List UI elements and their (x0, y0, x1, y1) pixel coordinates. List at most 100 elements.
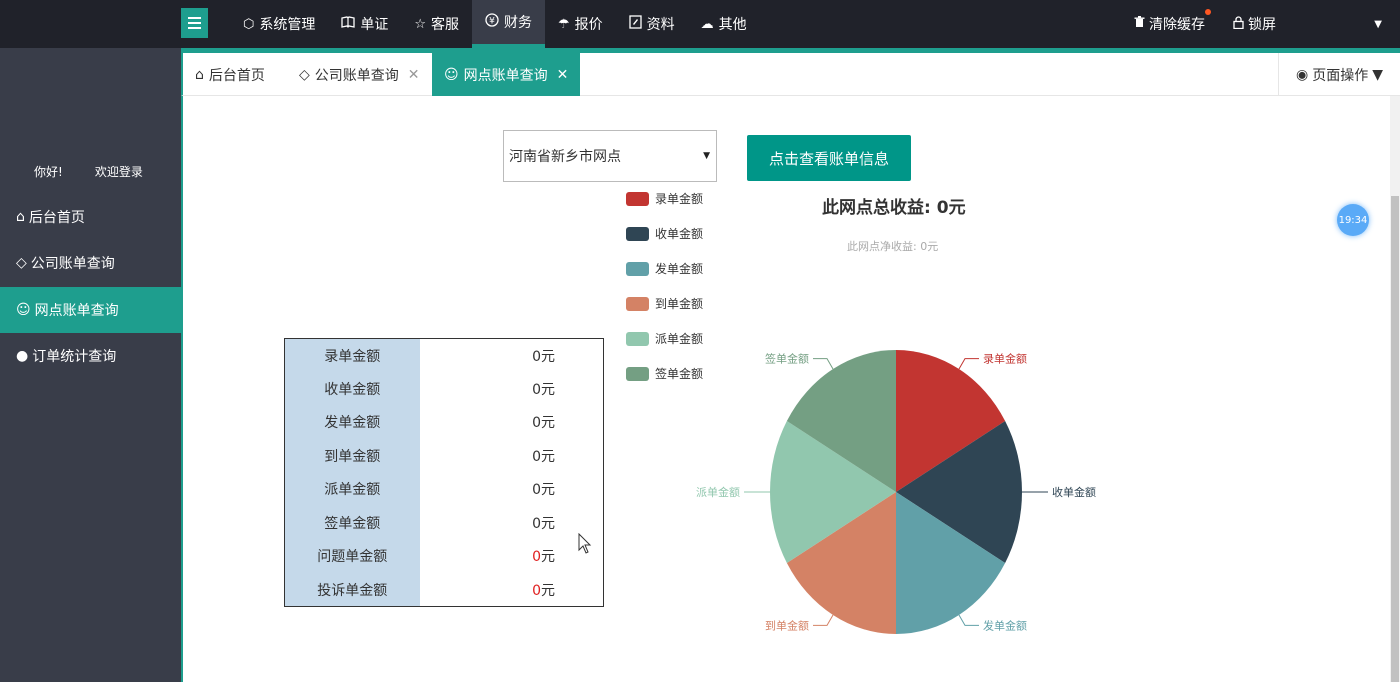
tab-home[interactable]: ⌂ 后台首页 (183, 53, 277, 96)
clear-cache-button[interactable]: 清除缓存 (1120, 9, 1219, 34)
table-row: 发单金额 0元 (284, 405, 604, 439)
nav-label: 系统管理 (259, 17, 316, 33)
cube-icon: ⬡ (243, 16, 255, 32)
table-row: 问题单金额 0元 (284, 539, 604, 573)
tab-branch-bill[interactable]: ☺ 网点账单查询 ✕ (432, 53, 581, 96)
total-income-title: 此网点总收益: 0元 (822, 193, 966, 218)
legend-swatch (626, 226, 649, 241)
row-value: 0元 (532, 482, 555, 499)
nav-item-other[interactable]: ☁ 其他 (688, 0, 760, 48)
menu-toggle-button[interactable] (181, 8, 208, 38)
tab-company-bill[interactable]: ◇ 公司账单查询 ✕ (287, 53, 432, 96)
nav-item-service[interactable]: ☆ 客服 (401, 0, 472, 48)
row-value: 0元 (532, 448, 555, 465)
hamburger-icon (188, 17, 201, 29)
pie-label-line (958, 614, 979, 626)
row-label: 投诉单金额 (284, 573, 420, 607)
legend-swatch (626, 331, 649, 346)
row-value: 0元 (532, 348, 555, 365)
sidebar-item-label: 订单统计查询 (32, 349, 117, 365)
table-row: 签单金额 0元 (284, 506, 604, 540)
document-icon (629, 15, 642, 33)
user-menu-dropdown[interactable]: ▼ (1290, 19, 1400, 30)
nav-item-finance[interactable]: ¥ 财务 (472, 0, 546, 48)
target-icon: ◉ (1296, 66, 1309, 83)
sidebar-item-order-stats[interactable]: ● 订单统计查询 (0, 333, 181, 379)
caret-down-icon: ▼ (703, 151, 710, 161)
page-operations-dropdown[interactable]: ◉ 页面操作 ▼ (1278, 53, 1400, 96)
row-value: 0元 (532, 515, 555, 532)
table-row: 投诉单金额 0元 (284, 573, 604, 607)
top-navbar: ⬡ 系统管理 单证 ☆ 客服 ¥ 财务 ☂ 报价 资料 ☁ 其他 清除缓存 锁屏… (0, 0, 1400, 48)
nav-label: 财务 (504, 15, 533, 31)
umbrella-icon: ☂ (558, 16, 570, 32)
lock-screen-label: 锁屏 (1248, 17, 1276, 33)
sidebar-item-home[interactable]: ⌂ 后台首页 (0, 194, 181, 240)
legend-label: 录单金额 (655, 192, 704, 206)
close-icon[interactable]: ✕ (408, 67, 420, 83)
row-label: 派单金额 (284, 472, 420, 506)
nav-label: 报价 (574, 17, 603, 33)
total-income-value: 0元 (936, 198, 966, 218)
pie-label-line (813, 358, 834, 370)
legend-item[interactable]: 到单金额 (626, 295, 703, 312)
nav-item-quote[interactable]: ☂ 报价 (545, 0, 616, 48)
trash-icon (1134, 16, 1145, 32)
greeting-row: 你好! 欢迎登录 (0, 163, 181, 180)
row-label: 收单金额 (284, 372, 420, 406)
svg-text:¥: ¥ (489, 17, 495, 27)
net-income-label: 此网点净收益: (847, 240, 917, 253)
lock-screen-button[interactable]: 锁屏 (1219, 14, 1290, 34)
pie-label-line (813, 614, 834, 626)
diamond-icon: ◇ (299, 66, 310, 83)
sidebar-item-company-bill[interactable]: ◇ 公司账单查询 (0, 240, 181, 286)
star-icon: ☆ (414, 16, 427, 32)
home-icon: ⌂ (16, 209, 25, 225)
net-income-value: 0元 (920, 240, 939, 253)
row-value: 0元 (420, 573, 604, 607)
clear-cache-label: 清除缓存 (1149, 17, 1205, 33)
page-operations-label: 页面操作 (1312, 67, 1369, 84)
scrollbar-thumb[interactable] (1391, 196, 1399, 682)
nav-label: 客服 (431, 17, 460, 33)
sidebar-item-branch-bill[interactable]: ☺ 网点账单查询 (0, 287, 181, 333)
caret-down-icon: ▼ (1374, 18, 1382, 30)
smile-icon: ☺ (444, 66, 459, 83)
legend-label: 到单金额 (655, 297, 704, 311)
nav-label: 单证 (360, 17, 389, 33)
nav-label: 其他 (718, 17, 747, 33)
nav-item-data[interactable]: 资料 (616, 0, 688, 48)
close-icon[interactable]: ✕ (557, 67, 569, 83)
row-value: 0元 (532, 381, 555, 398)
view-bill-button[interactable]: 点击查看账单信息 (747, 135, 911, 181)
value-number: 0 (532, 582, 541, 599)
row-label: 问题单金额 (284, 539, 420, 573)
value-number: 0 (532, 549, 541, 566)
caret-down-icon: ▼ (1372, 66, 1383, 83)
legend-item[interactable]: 收单金额 (626, 225, 703, 242)
tab-label: 公司账单查询 (314, 67, 399, 84)
clock-badge[interactable]: 19:34 (1337, 204, 1369, 236)
circle-icon: ● (16, 348, 29, 364)
table-row: 录单金额 0元 (284, 338, 604, 372)
home-icon: ⌂ (195, 66, 204, 83)
sidebar-item-label: 公司账单查询 (30, 256, 115, 272)
table-row: 派单金额 0元 (284, 472, 604, 506)
nav-item-system[interactable]: ⬡ 系统管理 (230, 0, 328, 48)
branch-select-value: 河南省新乡市网点 (509, 149, 621, 165)
nav-item-documents[interactable]: 单证 (328, 0, 401, 48)
notification-dot (1205, 9, 1211, 15)
sidebar-item-label: 网点账单查询 (34, 303, 119, 319)
pie-slice-label: 收单金额 (1052, 485, 1096, 499)
pie-slice-label: 到单金额 (765, 618, 809, 632)
cloud-icon: ☁ (700, 16, 714, 32)
scrollbar[interactable] (1390, 96, 1400, 682)
branch-select[interactable]: 河南省新乡市网点 ▼ (503, 130, 717, 182)
nav-label: 资料 (646, 17, 675, 33)
legend-item[interactable]: 发单金额 (626, 260, 703, 277)
legend-item[interactable]: 录单金额 (626, 190, 703, 207)
row-label: 录单金额 (284, 338, 420, 372)
value-unit: 元 (541, 582, 555, 599)
pie-slice-label: 派单金额 (696, 485, 740, 499)
pie-slice-label: 发单金额 (983, 618, 1027, 632)
